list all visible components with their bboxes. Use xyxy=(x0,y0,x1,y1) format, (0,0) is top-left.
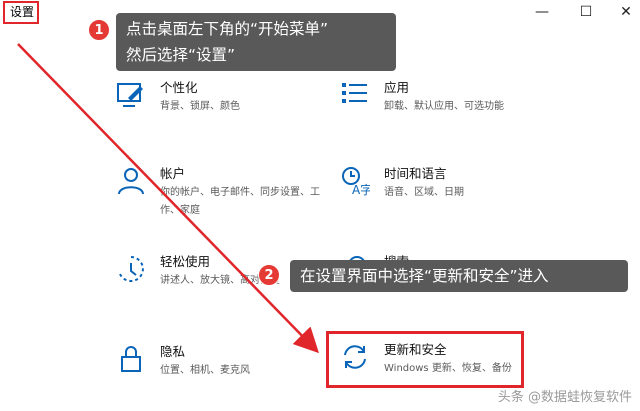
step-badge: 2 xyxy=(258,264,280,286)
callout-step-2: 在设置界面中选择“更新和安全”进入 xyxy=(290,260,628,292)
step-badge: 1 xyxy=(88,19,110,41)
callout-line: 点击桌面左下角的“开始菜单” xyxy=(126,20,329,38)
watermark: 头条 @数据蛙恢复软件 xyxy=(497,390,632,405)
callout-step-1: 点击桌面左下角的“开始菜单” 然后选择“设置” xyxy=(116,13,396,71)
callout-line: 然后选择“设置” xyxy=(126,46,236,64)
callout-line: 在设置界面中选择“更新和安全”进入 xyxy=(300,267,549,285)
